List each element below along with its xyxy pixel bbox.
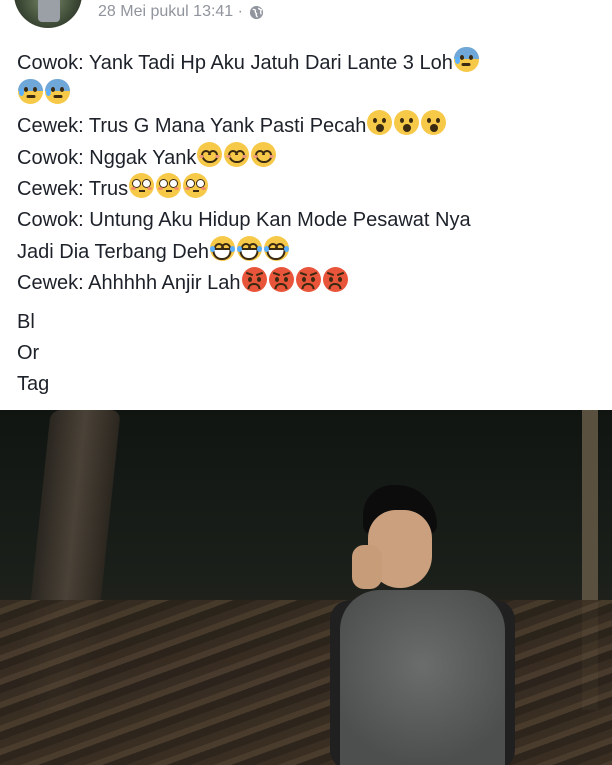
anxious-sweat-emoji-icon [45, 78, 70, 104]
post-line-text: Cowok: Untung Aku Hidup Kan Mode Pesawat… [17, 208, 471, 231]
angry-emoji-icon [295, 267, 321, 293]
person-figure [330, 485, 515, 765]
smile-emoji-icon [197, 141, 223, 167]
post-photo[interactable] [0, 410, 612, 765]
shocked-emoji-icon [421, 110, 447, 136]
angry-emoji-icon [268, 267, 294, 293]
emoji-group [367, 110, 447, 136]
tag-line: Or [17, 342, 40, 364]
emoji-group [197, 141, 277, 167]
wood-debris [0, 600, 612, 765]
post-meta: 28 Mei pukul 13:41 · [98, 3, 264, 21]
post-line-text: Cowok: Nggak Yank [17, 146, 197, 169]
post-text: Cowok: Yank Tadi Hp Aku Jatuh Dari Lante… [17, 47, 607, 299]
post-timestamp[interactable]: 28 Mei pukul 13:41 · [98, 3, 243, 21]
flushed-emoji-icon [129, 173, 155, 199]
tag-line: Bl [17, 311, 35, 333]
post-line: Cowok: Yank Tadi Hp Aku Jatuh Dari Lante… [17, 47, 607, 79]
globe-icon[interactable] [249, 5, 264, 20]
post-line: Cewek: Trus G Mana Yank Pasti Pecah [17, 110, 607, 142]
angry-emoji-icon [241, 267, 267, 293]
smile-emoji-icon [251, 141, 277, 167]
post-line: Cowok: Nggak Yank [17, 141, 607, 174]
flushed-emoji-icon [156, 173, 182, 199]
shocked-emoji-icon [394, 110, 420, 136]
emoji-group [18, 78, 70, 104]
post-line: Cewek: Ahhhhh Anjir Lah [17, 267, 607, 299]
sweater [340, 590, 505, 765]
angry-emoji-icon [322, 267, 348, 293]
smile-emoji-icon [224, 141, 250, 167]
post-line-text: Cewek: Ahhhhh Anjir Lah [17, 272, 241, 295]
emoji-group [241, 267, 348, 293]
tags-block: Bl Or Tag [17, 307, 49, 400]
post-line: Cewek: Trus [17, 173, 607, 205]
avatar[interactable] [14, 0, 82, 28]
emoji-group [129, 173, 209, 199]
tag-line: Tag [17, 373, 50, 395]
post-line: Jadi Dia Terbang Deh [17, 235, 607, 268]
post-line-text: Cowok: Yank Tadi Hp Aku Jatuh Dari Lante… [17, 52, 453, 74]
post-line-text: Cewek: Trus [17, 178, 129, 201]
pointing-hand [352, 545, 382, 589]
anxious-sweat-emoji-icon [453, 47, 479, 72]
flushed-emoji-icon [183, 173, 209, 199]
emoji-group [209, 235, 289, 261]
laugh-tears-emoji-icon [236, 235, 262, 261]
anxious-sweat-emoji-icon [18, 78, 43, 104]
post-line-text: Jadi Dia Terbang Deh [17, 240, 209, 263]
shocked-emoji-icon [367, 110, 393, 136]
post-line-text: Cewek: Trus G Mana Yank Pasti Pecah [17, 115, 367, 138]
post-line [17, 78, 607, 111]
post-header: 28 Mei pukul 13:41 · [0, 0, 612, 32]
emoji-group [453, 47, 479, 72]
laugh-tears-emoji-icon [263, 235, 289, 261]
laugh-tears-emoji-icon [209, 235, 235, 261]
post-line: Cowok: Untung Aku Hidup Kan Mode Pesawat… [17, 205, 607, 236]
avatar-figure [38, 0, 60, 22]
